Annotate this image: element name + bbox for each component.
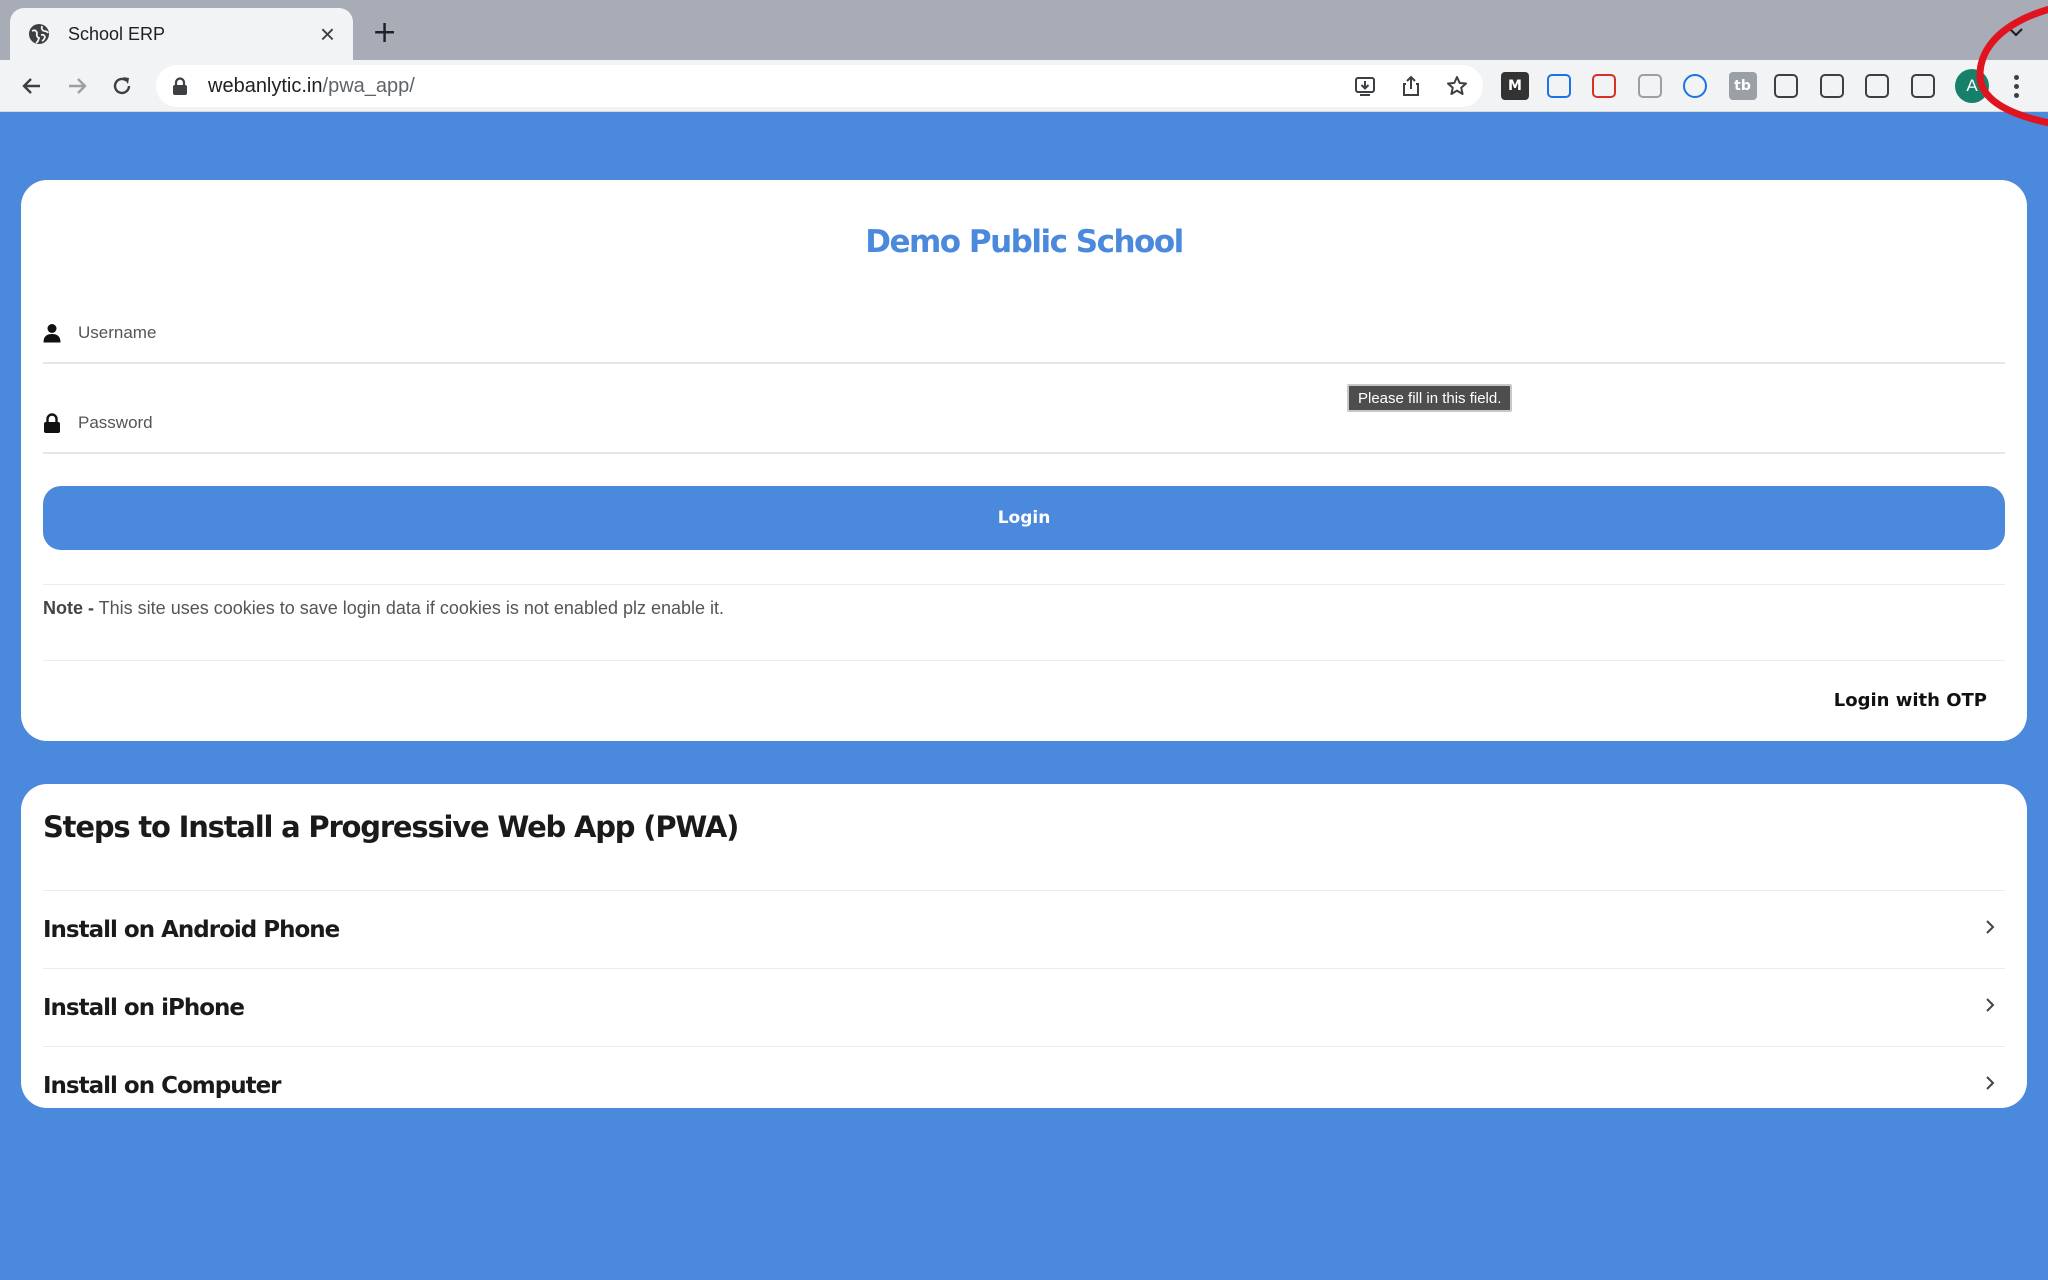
accordion-label: Install on iPhone bbox=[43, 994, 245, 1021]
note-label: Note - bbox=[43, 598, 94, 618]
tb-extension-icon[interactable]: tb bbox=[1728, 72, 1757, 100]
accordion-label: Install on Computer bbox=[43, 1072, 282, 1099]
tab-title: School ERP bbox=[68, 23, 166, 44]
username-input[interactable] bbox=[78, 323, 2005, 343]
chevron-down-icon[interactable] bbox=[2006, 22, 2026, 42]
browser-tab-strip: School ERP × + bbox=[0, 0, 2048, 60]
user-icon bbox=[43, 324, 61, 343]
forward-arrow-icon[interactable] bbox=[63, 72, 91, 100]
login-with-otp-link[interactable]: Login with OTP bbox=[1834, 690, 1987, 711]
m-extension-icon[interactable]: M bbox=[1501, 72, 1529, 100]
accordion-install-android[interactable]: Install on Android Phone bbox=[43, 890, 2005, 968]
share-icon[interactable] bbox=[1399, 74, 1423, 98]
note-text: This site uses cookies to save login dat… bbox=[94, 598, 725, 618]
eraser-extension-icon[interactable] bbox=[1637, 74, 1662, 98]
chevron-right-icon bbox=[1986, 1075, 1995, 1090]
tab-close-icon[interactable]: × bbox=[320, 21, 335, 47]
address-bar[interactable]: webanlytic.in/pwa_app/ bbox=[156, 65, 1483, 107]
url-path: /pwa_app/ bbox=[322, 74, 415, 97]
puzzle-extension-icon[interactable] bbox=[1774, 74, 1798, 98]
browser-toolbar: webanlytic.in/pwa_app/ Mtb A bbox=[0, 60, 2048, 112]
validation-tooltip: Please fill in this field. bbox=[1347, 384, 1513, 412]
chevron-right-icon bbox=[1986, 997, 1995, 1012]
username-field bbox=[43, 304, 2005, 364]
pwa-steps-card: Steps to Install a Progressive Web App (… bbox=[21, 784, 2027, 1108]
sidepanel-icon[interactable] bbox=[1910, 74, 1935, 98]
bolt-extension-icon[interactable] bbox=[1819, 74, 1844, 98]
play-extension-icon[interactable] bbox=[1683, 74, 1707, 98]
url-host: webanlytic.in bbox=[208, 74, 323, 97]
kebab-menu-icon[interactable] bbox=[2006, 72, 2026, 100]
shop-extension-icon[interactable] bbox=[1592, 74, 1616, 98]
browser-tab[interactable]: School ERP × bbox=[10, 8, 353, 60]
media-queue-icon[interactable] bbox=[1865, 74, 1889, 98]
login-card: Demo Public School Login Note - This sit… bbox=[21, 180, 2027, 741]
reload-icon[interactable] bbox=[108, 72, 136, 100]
password-field bbox=[43, 394, 2005, 454]
profile-avatar[interactable]: A bbox=[1955, 69, 1989, 103]
lock-icon bbox=[44, 413, 60, 433]
chevron-right-icon bbox=[1986, 919, 1995, 934]
accordion-label: Install on Android Phone bbox=[43, 916, 340, 943]
bookmark-star-icon[interactable] bbox=[1445, 74, 1469, 98]
accordion-install-computer[interactable]: Install on Computer bbox=[43, 1046, 2005, 1124]
id-card-extension-icon[interactable] bbox=[1546, 74, 1571, 98]
password-input[interactable] bbox=[78, 413, 2005, 433]
steps-title: Steps to Install a Progressive Web App (… bbox=[43, 810, 739, 844]
lock-icon bbox=[173, 77, 187, 95]
back-arrow-icon[interactable] bbox=[18, 72, 46, 100]
install-app-icon[interactable] bbox=[1353, 74, 1377, 98]
divider bbox=[43, 660, 2005, 661]
cookie-note: Note - This site uses cookies to save lo… bbox=[43, 598, 724, 619]
school-name-title: Demo Public School bbox=[865, 224, 1184, 260]
new-tab-button[interactable]: + bbox=[372, 18, 397, 48]
globe-icon bbox=[29, 24, 49, 44]
login-button[interactable]: Login bbox=[43, 486, 2005, 550]
accordion-install-iphone[interactable]: Install on iPhone bbox=[43, 968, 2005, 1046]
divider bbox=[43, 584, 2005, 585]
